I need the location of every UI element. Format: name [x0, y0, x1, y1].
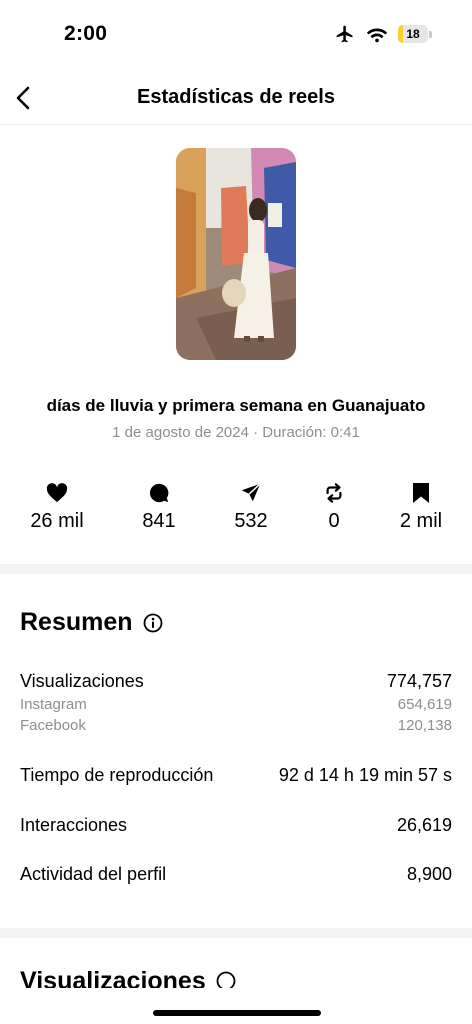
status-icons: 18: [334, 24, 432, 44]
profile-activity-label: Actividad del perfil: [20, 864, 167, 884]
section-divider: [0, 928, 472, 938]
comments-count: 841: [142, 510, 176, 532]
heart-icon: [46, 483, 68, 503]
watch-time-value: 92 d 14 h 19 min 57 s: [278, 765, 452, 785]
instagram-row: Instagram 654,619: [20, 696, 452, 713]
reposts-counter: 0: [289, 482, 379, 533]
saves-counter: 2 mil: [376, 482, 466, 533]
bookmark-icon: [413, 483, 429, 503]
section-divider: [0, 564, 472, 574]
summary-header: Resumen: [20, 608, 163, 637]
reposts-count: 0: [328, 510, 340, 532]
info-icon[interactable]: [216, 971, 236, 988]
views-section-header: Visualizaciones: [20, 968, 236, 988]
send-icon: [241, 483, 261, 502]
likes-count: 26 mil: [30, 510, 84, 532]
facebook-label: Facebook: [20, 717, 86, 734]
profile-activity-row[interactable]: Actividad del perfil 8,900: [20, 864, 452, 885]
airplane-icon: [336, 25, 353, 43]
interactions-label: Interacciones: [20, 815, 128, 835]
reel-meta: 1 de agosto de 2024 · Duración: 0:41: [112, 424, 360, 441]
watch-time-label: Tiempo de reproducción: [20, 765, 214, 785]
profile-activity-value: 8,900: [406, 864, 452, 884]
battery-fill: [398, 25, 404, 43]
facebook-row: Facebook 120,138: [20, 717, 452, 734]
reel-thumbnail[interactable]: [176, 148, 296, 360]
reel-title: días de lluvia y primera semana en Guana…: [46, 396, 426, 415]
summary-title: Resumen: [20, 608, 133, 636]
interactions-value: 26,619: [396, 815, 452, 835]
shares-count: 532: [234, 510, 268, 532]
comments-counter: 841: [114, 482, 204, 533]
repost-icon: [326, 483, 342, 503]
watch-time-row[interactable]: Tiempo de reproducción 92 d 14 h 19 min …: [20, 765, 452, 786]
instagram-value: 654,619: [397, 696, 452, 713]
nav-bar: Estadísticas de reels: [0, 70, 472, 126]
likes-counter: 26 mil: [12, 482, 102, 533]
home-indicator[interactable]: [153, 1010, 321, 1016]
nav-divider: [0, 124, 472, 125]
facebook-value: 120,138: [397, 717, 452, 734]
status-bar: 2:00 18: [0, 0, 472, 70]
interactions-row[interactable]: Interacciones 26,619: [20, 815, 452, 836]
views-section-title: Visualizaciones: [20, 968, 206, 988]
battery-icon: 18: [398, 25, 432, 43]
comment-icon: [149, 483, 169, 503]
saves-count: 2 mil: [399, 510, 443, 532]
status-time: 2:00: [64, 22, 108, 45]
page-title: Estadísticas de reels: [137, 86, 335, 108]
instagram-label: Instagram: [20, 696, 87, 713]
reel-thumbnail-image: [176, 148, 296, 360]
shares-counter: 532: [206, 482, 296, 533]
engagement-counters: 26 mil 841 532 0 2 mil: [0, 482, 472, 538]
wifi-icon: [366, 28, 388, 43]
views-value: 774,757: [386, 671, 452, 691]
battery-level: 18: [406, 27, 420, 41]
views-row[interactable]: Visualizaciones 774,757: [20, 671, 452, 692]
views-label: Visualizaciones: [20, 671, 144, 691]
info-icon[interactable]: [143, 613, 163, 633]
